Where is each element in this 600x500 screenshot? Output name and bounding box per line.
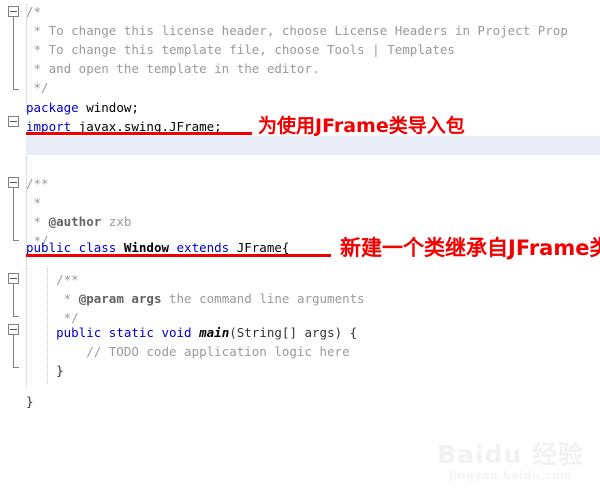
code-line-todo-comment: // TODO code application logic here	[26, 342, 350, 361]
comment-open-editor-token: * and open the template in the editor.	[26, 61, 320, 76]
javadoc-star-author-prefix: *	[26, 214, 49, 229]
comment-open-token: /*	[26, 4, 42, 19]
javadoc-param-description: the command line arguments	[161, 291, 365, 306]
code-line-5: */	[26, 78, 49, 97]
keyword-void: void	[161, 325, 200, 340]
method-javadoc-open-token: /**	[26, 272, 79, 287]
code-line-3: * To change this template file, choose T…	[26, 40, 455, 59]
code-line-2: * To change this license header, choose …	[26, 21, 568, 40]
code-line-package: package window;	[26, 98, 139, 117]
keyword-public-class: public	[26, 240, 72, 255]
superclass-name: JFrame{	[236, 240, 290, 255]
javadoc-open-token: /**	[26, 176, 49, 191]
fold-bracket-class-javadoc	[13, 188, 14, 240]
javadoc-tag-author: @author	[48, 214, 102, 229]
fold-marker-method-javadoc[interactable]	[8, 273, 19, 284]
fold-bracket-license-comment	[13, 17, 14, 89]
fold-bracket-foot-method-javadoc	[13, 316, 19, 317]
code-line-javadoc-blank: *	[26, 193, 42, 212]
fold-marker-main-method[interactable]	[8, 324, 19, 335]
watermark-url: jingyan.baidu.com	[449, 469, 572, 482]
code-line-4: * and open the template in the editor.	[26, 59, 320, 78]
javadoc-star-token: *	[26, 195, 42, 210]
method-javadoc-star-prefix: *	[26, 291, 79, 306]
keyword-class: class	[71, 240, 124, 255]
code-line-javadoc-open: /**	[26, 174, 49, 193]
keyword-package: package	[26, 100, 79, 115]
javadoc-author-name: zxb	[101, 214, 132, 229]
red-underline-class-decl	[26, 254, 331, 257]
code-line-method-javadoc-open: /**	[26, 270, 79, 289]
package-name: window;	[78, 100, 139, 115]
code-editor[interactable]: /* * To change this license header, choo…	[0, 0, 600, 500]
code-line-class-close-brace: }	[26, 392, 34, 411]
fold-marker-imports[interactable]	[8, 116, 19, 127]
code-line-1: /*	[26, 2, 41, 21]
code-line-method-javadoc-param: * @param args the command line arguments	[26, 289, 365, 308]
fold-bracket-foot-main-method	[13, 367, 19, 368]
javadoc-tag-param: @param args	[78, 291, 162, 306]
baidu-jingyan-watermark: Baidu 经验 jingyan.baidu.com	[437, 440, 584, 483]
method-name-main: main	[199, 325, 230, 340]
red-underline-import	[26, 132, 252, 135]
method-signature-params: (String[] args) {	[229, 325, 358, 340]
fold-bracket-main-method	[13, 335, 14, 367]
code-line-main-signature: public static void main(String[] args) {	[26, 323, 357, 342]
class-close-brace: }	[26, 394, 34, 409]
class-name: Window	[123, 240, 169, 255]
annotation-class-note: 新建一个类继承自JFrame类	[340, 236, 600, 260]
comment-close-token: */	[26, 80, 49, 95]
fold-bracket-method-javadoc	[13, 284, 14, 316]
code-line-method-close-brace: }	[26, 361, 64, 380]
keyword-static: static	[101, 325, 162, 340]
annotation-import-note: 为使用JFrame类导入包	[258, 115, 465, 137]
fold-marker-license-comment[interactable]	[8, 6, 19, 17]
current-line-highlight	[26, 136, 600, 155]
watermark-brand: Baidu 经验	[437, 440, 584, 469]
todo-comment-token: // TODO code application logic here	[26, 344, 350, 359]
comment-license-token: * To change this license header, choose …	[26, 23, 568, 38]
fold-bracket-foot-class-javadoc	[13, 240, 19, 241]
keyword-extends: extends	[169, 240, 237, 255]
keyword-public-main: public	[26, 325, 102, 340]
comment-template-token: * To change this template file, choose T…	[26, 42, 455, 57]
fold-bracket-foot-license-comment	[13, 89, 19, 90]
fold-marker-class-javadoc[interactable]	[8, 177, 19, 188]
method-close-brace: }	[26, 363, 64, 378]
code-line-javadoc-author: * @author zxb	[26, 212, 132, 231]
